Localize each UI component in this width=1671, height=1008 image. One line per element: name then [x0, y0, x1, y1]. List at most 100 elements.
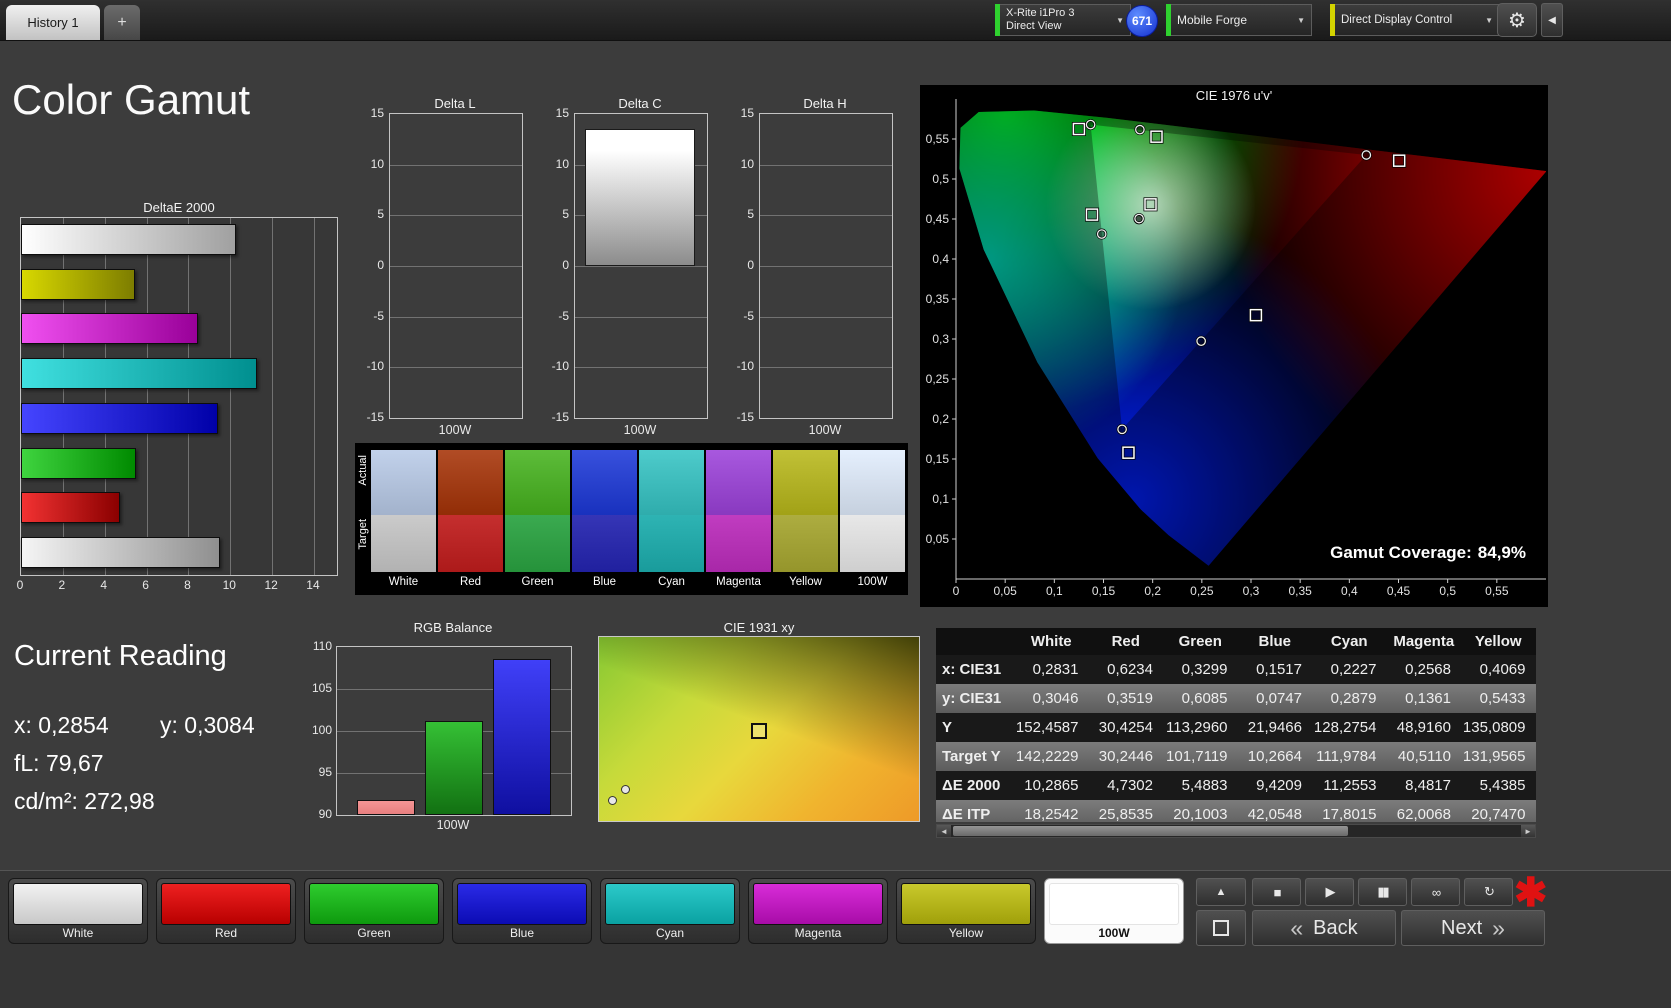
reading-cdm2-label: cd/m²: — [14, 788, 78, 814]
row-label: Target Y — [936, 748, 1014, 765]
table-row: y: CIE310,30460,35190,60850,07470,28790,… — [936, 684, 1536, 713]
plot-area — [574, 113, 708, 419]
meter-mode: Direct View — [1006, 20, 1074, 33]
color-button-green[interactable]: Green — [304, 878, 444, 944]
stop-button-large[interactable] — [1196, 910, 1246, 946]
color-button-magenta[interactable]: Magenta — [748, 878, 888, 944]
bar-cyan — [21, 358, 257, 389]
swatch-target-cyan — [639, 515, 704, 572]
source-selector[interactable]: Mobile Forge ▼ — [1166, 4, 1312, 36]
table-horizontal-scrollbar[interactable]: ◄ ► — [936, 824, 1536, 838]
table-cell: 111,9784 — [1312, 748, 1387, 765]
color-button-blue[interactable]: Blue — [452, 878, 592, 944]
table-row: ΔE ITP18,254225,853520,100342,054817,801… — [936, 800, 1536, 822]
chevron-down-icon: ▼ — [1291, 16, 1305, 25]
axis-tick-label: 6 — [142, 578, 149, 592]
scroll-track[interactable] — [951, 825, 1521, 837]
scroll-right-button[interactable]: ► — [1521, 825, 1535, 837]
scroll-left-button[interactable]: ◄ — [937, 825, 951, 837]
meter-selector[interactable]: X-Rite i1Pro 3 Direct View ▼ — [995, 4, 1131, 36]
table-cell: 17,8015 — [1312, 806, 1387, 822]
svg-text:0,4: 0,4 — [932, 252, 949, 266]
table-cell: 48,9160 — [1387, 719, 1462, 736]
back-button[interactable]: « Back — [1252, 910, 1396, 946]
gamut-coverage-value: 84,9% — [1478, 543, 1526, 562]
column-header: Red — [1089, 633, 1164, 650]
gridline — [760, 266, 892, 267]
reading-x-value: 0,2854 — [38, 712, 108, 738]
play-button[interactable]: ▶ — [1305, 878, 1354, 906]
gridline — [575, 367, 707, 368]
table-cell: 18,2542 — [1014, 806, 1089, 822]
gridline — [230, 218, 231, 575]
axis-tick-label: 10 — [537, 157, 569, 171]
table-cell: 10,2664 — [1238, 748, 1313, 765]
stop-button[interactable]: ■ — [1252, 878, 1301, 906]
gridline — [760, 165, 892, 166]
collapse-panel-button[interactable]: ◀ — [1541, 3, 1563, 37]
scroll-thumb[interactable] — [953, 826, 1348, 836]
bar-green — [21, 448, 136, 479]
pause-icon: ▮▮ — [1377, 884, 1387, 900]
svg-text:0,45: 0,45 — [926, 212, 950, 226]
chevron-down-icon: ▼ — [1110, 16, 1124, 25]
svg-text:0,1: 0,1 — [932, 492, 949, 506]
bar-magenta — [21, 313, 198, 344]
bar-white — [21, 224, 236, 255]
axis-tick-label: 10 — [722, 157, 754, 171]
gridline — [314, 218, 315, 575]
measurement-count-badge[interactable]: 671 — [1126, 5, 1158, 37]
color-button-yellow[interactable]: Yellow — [896, 878, 1036, 944]
table-row: Target Y142,222930,2446101,711910,266411… — [936, 742, 1536, 771]
color-button-red[interactable]: Red — [156, 878, 296, 944]
chart-deltaL: Delta L151050-5-10-15100W — [352, 90, 524, 440]
gamut-coverage-label: Gamut Coverage: — [1330, 543, 1472, 562]
app-window: History 1 + X-Rite i1Pro 3 Direct View ▼… — [0, 0, 1671, 1008]
axis-tick-label: 90 — [300, 807, 332, 821]
loop-button[interactable]: ∞ — [1411, 878, 1460, 906]
chevron-left-icon: ◀ — [1548, 15, 1556, 26]
color-button-white[interactable]: White — [8, 878, 148, 944]
chart-deltaC: Delta C151050-5-10-15100W — [537, 90, 709, 440]
table-cell: 20,7470 — [1461, 806, 1536, 822]
pause-button[interactable]: ▮▮ — [1358, 878, 1407, 906]
unsaved-session-indicator: ✱ — [1514, 870, 1548, 916]
new-tab-button[interactable]: + — [104, 5, 140, 40]
back-label: Back — [1313, 917, 1357, 940]
axis-tick-label: 15 — [537, 106, 569, 120]
column-header: Cyan — [1312, 633, 1387, 650]
axis-tick-label: 5 — [537, 207, 569, 221]
color-button-cyan[interactable]: Cyan — [600, 878, 740, 944]
color-button-100w[interactable]: 100W — [1044, 878, 1184, 944]
swatch-actual-magenta — [706, 450, 771, 515]
table-cell: 0,3299 — [1163, 661, 1238, 678]
color-button-label: Yellow — [897, 926, 1035, 940]
play-icon: ▶ — [1326, 884, 1334, 900]
reading-fl-label: fL: — [14, 750, 40, 776]
svg-text:0,4: 0,4 — [1341, 584, 1358, 598]
axis-tick-label: -10 — [537, 359, 569, 373]
color-fill — [457, 883, 587, 925]
color-fill — [309, 883, 439, 925]
refresh-button[interactable]: ↻ — [1464, 878, 1513, 906]
chart-title: RGB Balance — [336, 620, 570, 635]
svg-text:0,35: 0,35 — [1288, 584, 1312, 598]
reading-fl: fL: 79,67 — [14, 750, 104, 777]
settings-button[interactable]: ⚙ — [1497, 3, 1537, 37]
left-arrow-icon: ◄ — [940, 827, 948, 836]
svg-text:0,55: 0,55 — [926, 132, 950, 146]
scroll-up-button[interactable]: ▲ — [1196, 878, 1246, 906]
chart-title: CIE 1931 xy — [598, 620, 920, 635]
swatch-actual-yellow — [773, 450, 838, 515]
swatch-target-100w — [840, 515, 905, 572]
axis-tick-label: -10 — [352, 359, 384, 373]
table-cell: 0,3519 — [1089, 690, 1164, 707]
column-header: Blue — [1238, 633, 1313, 650]
table-cell: 30,4254 — [1089, 719, 1164, 736]
color-fill — [753, 883, 883, 925]
display-control-selector[interactable]: Direct Display Control ▼ — [1330, 4, 1500, 36]
axis-tick-label: -15 — [722, 410, 754, 424]
measured-marker — [608, 796, 617, 805]
tab-history-1[interactable]: History 1 — [6, 5, 100, 40]
svg-text:0,25: 0,25 — [926, 372, 950, 386]
